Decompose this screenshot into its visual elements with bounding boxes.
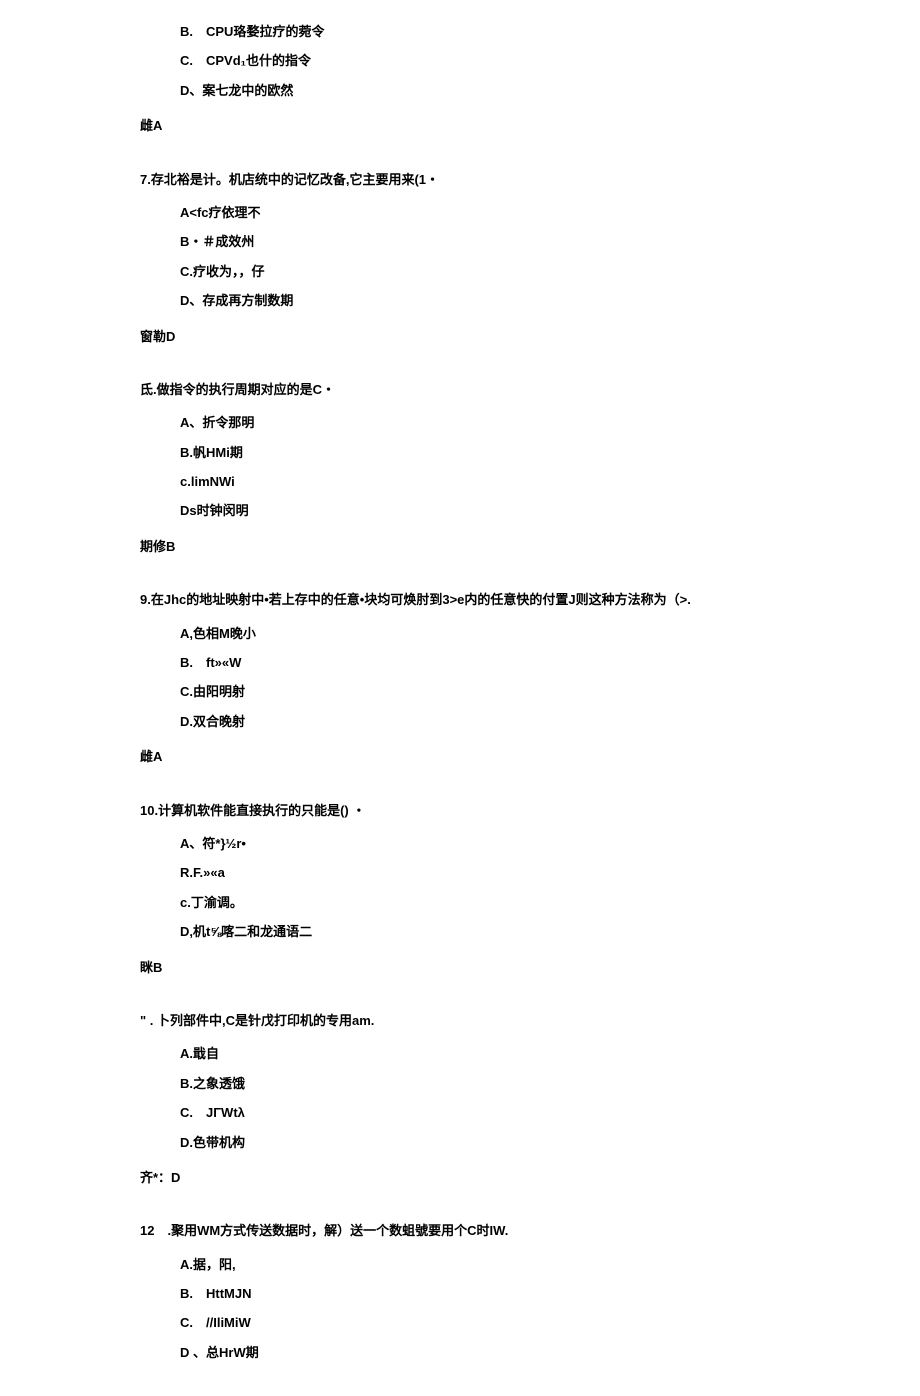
q8-option-c: c.limNWi (180, 470, 860, 493)
q8-answer: 期修B (140, 535, 860, 558)
q6-options: B. CPU珞婺拉疗的菀令 C. CPVd₁也什的指令 D、案七龙中的欧然 (140, 20, 860, 102)
q12-option-a: A.据，阳, (180, 1253, 860, 1276)
q11-option-b: B.之象透饿 (180, 1072, 860, 1095)
q12-options: A.据，阳, B. HttMJN C. //IliMiW D 、总HrW期 (140, 1253, 860, 1365)
q6-option-c: C. CPVd₁也什的指令 (180, 49, 860, 72)
q12-option-c: C. //IliMiW (180, 1311, 860, 1334)
q10-option-b: R.F.»«a (180, 861, 860, 884)
q8-text: 氐.做指令的执行周期对应的是C・ (140, 378, 860, 401)
q8-option-d: Ds时钟闵明 (180, 499, 860, 522)
q12-option-d: D 、总HrW期 (180, 1341, 860, 1364)
q8-options: A、折令那明 B.帆HMi期 c.limNWi Ds时钟闵明 (140, 411, 860, 523)
q6-option-b: B. CPU珞婺拉疗的菀令 (180, 20, 860, 43)
q9-option-c: C.由阳明射 (180, 680, 860, 703)
q9-options: A,色相M晚小 B. ft»«W C.由阳明射 D.双合晚射 (140, 622, 860, 734)
q10-options: A、符*}½r• R.F.»«a c.丁渝调。 D,机t⅝喀二和龙通语二 (140, 832, 860, 944)
q6-answer: 雌A (140, 114, 860, 137)
q10-option-a: A、符*}½r• (180, 832, 860, 855)
q9-answer: 雌A (140, 745, 860, 768)
document-content: B. CPU珞婺拉疗的菀令 C. CPVd₁也什的指令 D、案七龙中的欧然 雌A… (0, 20, 920, 1364)
q9-text: 9.在Jhc的地址映射中•若上存中的任意•块均可焕肘到3>e内的任意快的付置J则… (140, 588, 860, 611)
q9-option-d: D.双合晚射 (180, 710, 860, 733)
q7-answer: 窗勒D (140, 325, 860, 348)
q9-option-b: B. ft»«W (180, 651, 860, 674)
q12-option-b: B. HttMJN (180, 1282, 860, 1305)
q7-options: A<fc疗依理不 B・＃成效州 C.疗收为，，仔 D、存成再方制数期 (140, 201, 860, 313)
q7-option-c: C.疗收为，，仔 (180, 260, 860, 283)
q8-option-b: B.帆HMi期 (180, 441, 860, 464)
q10-option-c: c.丁渝调。 (180, 891, 860, 914)
q11-option-a: A.戢自 (180, 1042, 860, 1065)
q11-answer: 齐*：D (140, 1166, 860, 1189)
q11-option-c: C. JΓWtλ (180, 1101, 860, 1124)
q7-option-d: D、存成再方制数期 (180, 289, 860, 312)
q7-option-b: B・＃成效州 (180, 230, 860, 253)
q10-answer: 眯B (140, 956, 860, 979)
q12-text: 12 .聚用WM方式传送数据时，解）送一个数蛆號要用个C时IW. (140, 1219, 860, 1242)
q9-option-a: A,色相M晚小 (180, 622, 860, 645)
q11-option-d: D.色带机构 (180, 1131, 860, 1154)
q7-text: 7.存北裕是计。机店统中的记忆改备,它主要用来(1・ (140, 168, 860, 191)
q11-text: " . 卜列部件中,C是针戊打印机的专用am. (140, 1009, 860, 1032)
q10-text: 10.计算机软件能直接执行的只能是() ・ (140, 799, 860, 822)
q10-option-d: D,机t⅝喀二和龙通语二 (180, 920, 860, 943)
q8-option-a: A、折令那明 (180, 411, 860, 434)
q7-option-a: A<fc疗依理不 (180, 201, 860, 224)
q6-option-d: D、案七龙中的欧然 (180, 79, 860, 102)
q11-options: A.戢自 B.之象透饿 C. JΓWtλ D.色带机构 (140, 1042, 860, 1154)
